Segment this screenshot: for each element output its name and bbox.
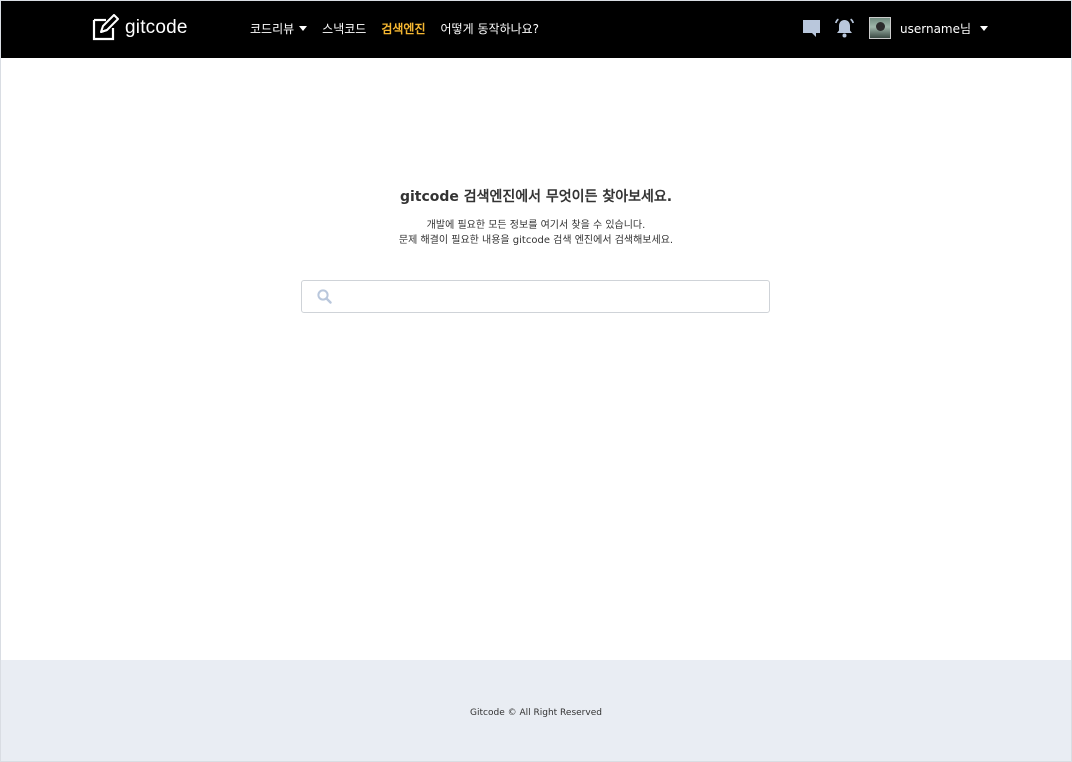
main-content: gitcode 검색엔진에서 무엇이든 찾아보세요. 개발에 필요한 모든 정보… bbox=[1, 58, 1071, 660]
copyright-text: Gitcode © All Right Reserved bbox=[470, 708, 602, 718]
user-area: username님 bbox=[801, 17, 989, 39]
nav-item-how-it-works[interactable]: 어떻게 동작하나요? bbox=[441, 20, 540, 37]
avatar[interactable] bbox=[869, 17, 891, 39]
brand-logo[interactable]: gitcode bbox=[91, 14, 188, 42]
user-name-label: username님 bbox=[900, 21, 972, 36]
top-navbar: gitcode 코드리뷰 스낵코드 검색엔진 어떻게 동작하나요? userna… bbox=[1, 1, 1071, 58]
main-nav: 코드리뷰 스낵코드 검색엔진 어떻게 동작하나요? bbox=[250, 20, 554, 37]
nav-item-search-engine[interactable]: 검색엔진 bbox=[381, 20, 425, 37]
nav-item-label: 코드리뷰 bbox=[250, 22, 295, 36]
chat-bubble-icon[interactable] bbox=[801, 18, 822, 39]
search-icon bbox=[317, 289, 332, 304]
footer: Gitcode © All Right Reserved bbox=[1, 660, 1071, 761]
nav-item-code-review[interactable]: 코드리뷰 bbox=[250, 20, 308, 37]
user-menu[interactable]: username님 bbox=[900, 20, 989, 37]
nav-item-label: 스낵코드 bbox=[322, 22, 367, 36]
description-line-1: 개발에 필요한 모든 정보를 여기서 찾을 수 있습니다. bbox=[426, 220, 646, 231]
page-title: gitcode 검색엔진에서 무엇이든 찾아보세요. bbox=[399, 189, 673, 205]
caret-down-icon bbox=[980, 25, 989, 31]
page: gitcode 코드리뷰 스낵코드 검색엔진 어떻게 동작하나요? userna… bbox=[0, 0, 1072, 762]
nav-item-snack-code[interactable]: 스낵코드 bbox=[322, 20, 366, 37]
edit-square-icon bbox=[92, 14, 119, 41]
description-line-2: 문제 해결이 필요한 내용을 gitcode 검색 엔진에서 검색해보세요. bbox=[398, 235, 674, 246]
search-bar[interactable] bbox=[301, 280, 770, 313]
nav-item-label: 어떻게 동작하나요? bbox=[440, 22, 540, 36]
search-input[interactable] bbox=[340, 282, 769, 311]
nav-item-label: 검색엔진 bbox=[381, 22, 426, 36]
caret-down-icon bbox=[299, 26, 308, 31]
bell-ring-icon[interactable] bbox=[834, 18, 855, 39]
brand-name: gitcode bbox=[125, 17, 188, 38]
